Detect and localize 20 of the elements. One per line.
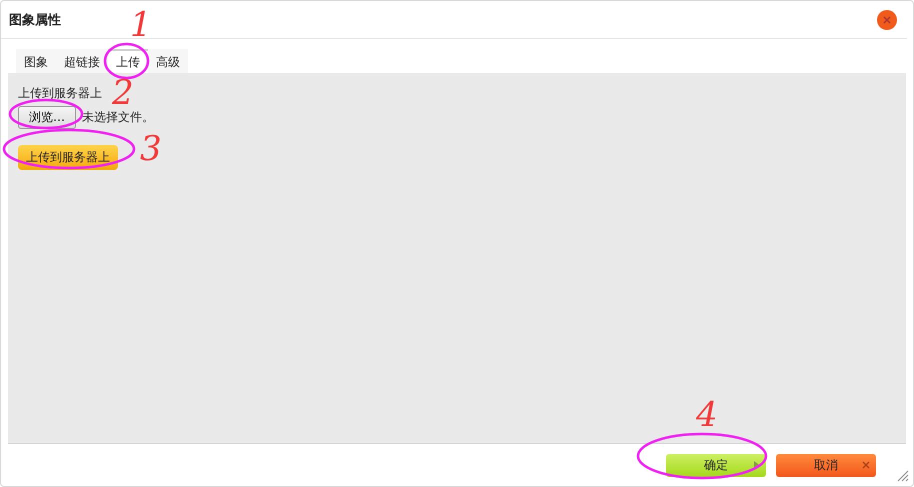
upload-button[interactable]: 上传到服务器上 <box>18 145 118 170</box>
annotation-number: 1 <box>130 8 152 42</box>
highlight-ellipse <box>103 42 150 80</box>
close-icon <box>883 16 891 24</box>
triangle-icon <box>754 460 760 470</box>
tab[interactable]: 高级 <box>148 49 188 73</box>
resize-grip-icon[interactable] <box>897 470 909 482</box>
ok-button[interactable]: 确定 <box>666 454 766 476</box>
window-title: 图象属性 <box>9 12 61 28</box>
tab[interactable]: 上传 <box>108 49 148 73</box>
annotation-number: 4 <box>696 398 718 432</box>
tab[interactable]: 超链接 <box>56 49 108 73</box>
file-status: 未选择文件。 <box>82 109 154 126</box>
annotation-number: 2 <box>112 76 134 110</box>
tab[interactable]: 图象 <box>16 49 56 73</box>
upload-label: 上传到服务器上 <box>18 85 102 102</box>
close-button[interactable] <box>877 10 897 30</box>
cancel-button[interactable]: 取消 <box>776 454 876 476</box>
annotation-number: 3 <box>140 132 162 166</box>
close-icon <box>862 460 870 468</box>
